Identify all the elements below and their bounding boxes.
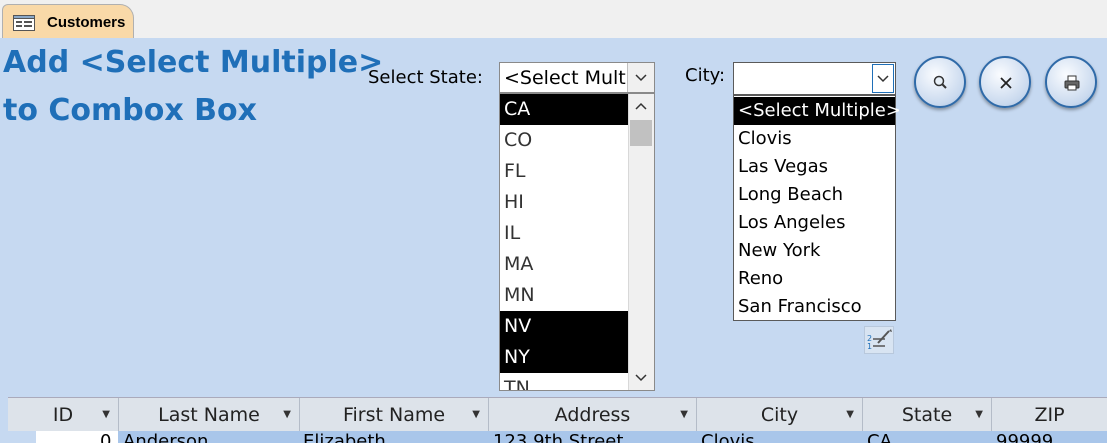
column-header-label: ID	[52, 404, 74, 426]
column-header-address[interactable]: Address ▼	[489, 398, 697, 432]
cell-address[interactable]: 123 9th Street	[493, 431, 691, 443]
column-filter-icon[interactable]: ▼	[680, 398, 688, 432]
city-list-item[interactable]: Clovis	[734, 125, 895, 153]
state-label: Select State:	[368, 67, 483, 88]
cell-state[interactable]: CA	[867, 431, 987, 443]
datasheet-header: ID ▼ Last Name ▼ First Name ▼ Address ▼ …	[8, 397, 1107, 432]
state-list-item[interactable]: CO	[500, 125, 629, 156]
cell-last-name[interactable]: Anderson	[123, 431, 293, 443]
city-list-item[interactable]: Long Beach	[734, 181, 895, 209]
close-icon	[1000, 77, 1012, 89]
city-list[interactable]: <Select Multiple> Clovis Las Vegas Long …	[733, 95, 901, 321]
cell-first-name[interactable]: Elizabeth	[303, 431, 483, 443]
column-header-label: State	[901, 404, 953, 426]
column-header-label: City	[760, 404, 799, 426]
clear-filter-button[interactable]	[979, 56, 1031, 108]
state-combo-box[interactable]: <Select Multi	[499, 62, 655, 93]
city-combo-box[interactable]	[733, 62, 896, 95]
scrollbar-thumb[interactable]	[630, 120, 652, 146]
document-tab-strip	[0, 0, 1107, 39]
state-dropdown-button[interactable]	[627, 63, 654, 92]
city-list-item[interactable]: Las Vegas	[734, 153, 895, 181]
column-header-label: First Name	[342, 404, 446, 426]
cell-id[interactable]: 0	[100, 431, 118, 443]
svg-text:1: 1	[867, 342, 872, 351]
city-list-item[interactable]: New York	[734, 237, 895, 265]
column-header-first-name[interactable]: First Name ▼	[300, 398, 489, 432]
state-combo-value: <Select Multi	[504, 67, 628, 89]
edit-list-items-icon[interactable]: 1 2	[864, 326, 894, 354]
state-list-item[interactable]: MA	[500, 249, 629, 280]
column-header-state[interactable]: State ▼	[863, 398, 992, 432]
search-icon	[933, 75, 947, 89]
state-list-item[interactable]: NY	[500, 342, 629, 373]
page-title-line-2: to Combox Box	[3, 93, 257, 128]
city-list-item[interactable]: Reno	[734, 265, 895, 293]
record-selector[interactable]	[8, 431, 36, 443]
column-header-label: Address	[554, 404, 631, 426]
cell-city[interactable]: Clovis	[701, 431, 857, 443]
tab-label: Customers	[47, 14, 126, 31]
chevron-down-icon[interactable]	[629, 366, 653, 390]
column-header-label: ZIP	[1034, 404, 1065, 426]
state-list-item[interactable]: TN	[500, 373, 629, 390]
search-button[interactable]	[914, 56, 966, 108]
city-list-item[interactable]: San Francisco	[734, 293, 895, 321]
state-list-scrollbar[interactable]	[628, 94, 654, 390]
column-filter-icon[interactable]: ▼	[472, 398, 480, 432]
city-dropdown-button[interactable]	[872, 64, 894, 93]
state-list-item[interactable]: FL	[500, 156, 629, 187]
print-button[interactable]	[1045, 56, 1097, 108]
column-filter-icon[interactable]: ▼	[975, 398, 983, 432]
column-header-id[interactable]: ID ▼	[8, 398, 119, 432]
print-icon	[1064, 75, 1080, 91]
city-label: City:	[685, 65, 726, 86]
tab-customers[interactable]: Customers	[2, 4, 134, 39]
edit-list-items-glyph: 1 2	[867, 329, 892, 351]
state-list-item[interactable]: MN	[500, 280, 629, 311]
city-list-item[interactable]: Los Angeles	[734, 209, 895, 237]
column-filter-icon[interactable]: ▼	[102, 398, 110, 432]
chevron-up-icon[interactable]	[629, 94, 653, 118]
column-header-last-name[interactable]: Last Name ▼	[119, 398, 300, 432]
column-header-city[interactable]: City ▼	[697, 398, 863, 432]
form-icon	[13, 15, 35, 31]
state-list-item[interactable]: NV	[500, 311, 629, 342]
city-list-item[interactable]: <Select Multiple>	[734, 97, 901, 125]
state-list-item[interactable]: IL	[500, 218, 629, 249]
cell-zip[interactable]: 99999	[996, 431, 1104, 443]
state-list-item[interactable]: HI	[500, 187, 629, 218]
column-filter-icon[interactable]: ▼	[283, 398, 291, 432]
page-title-line-1: Add <Select Multiple>	[3, 45, 384, 80]
column-header-label: Last Name	[158, 404, 260, 426]
svg-text:2: 2	[867, 334, 872, 343]
chevron-down-icon	[877, 75, 889, 83]
chevron-down-icon	[635, 74, 647, 82]
column-header-zip[interactable]: ZIP	[992, 398, 1107, 432]
column-filter-icon[interactable]: ▼	[846, 398, 854, 432]
state-list-item[interactable]: CA	[500, 94, 629, 125]
state-list[interactable]: CA CO FL HI IL MA MN NV NY TN	[499, 93, 655, 391]
